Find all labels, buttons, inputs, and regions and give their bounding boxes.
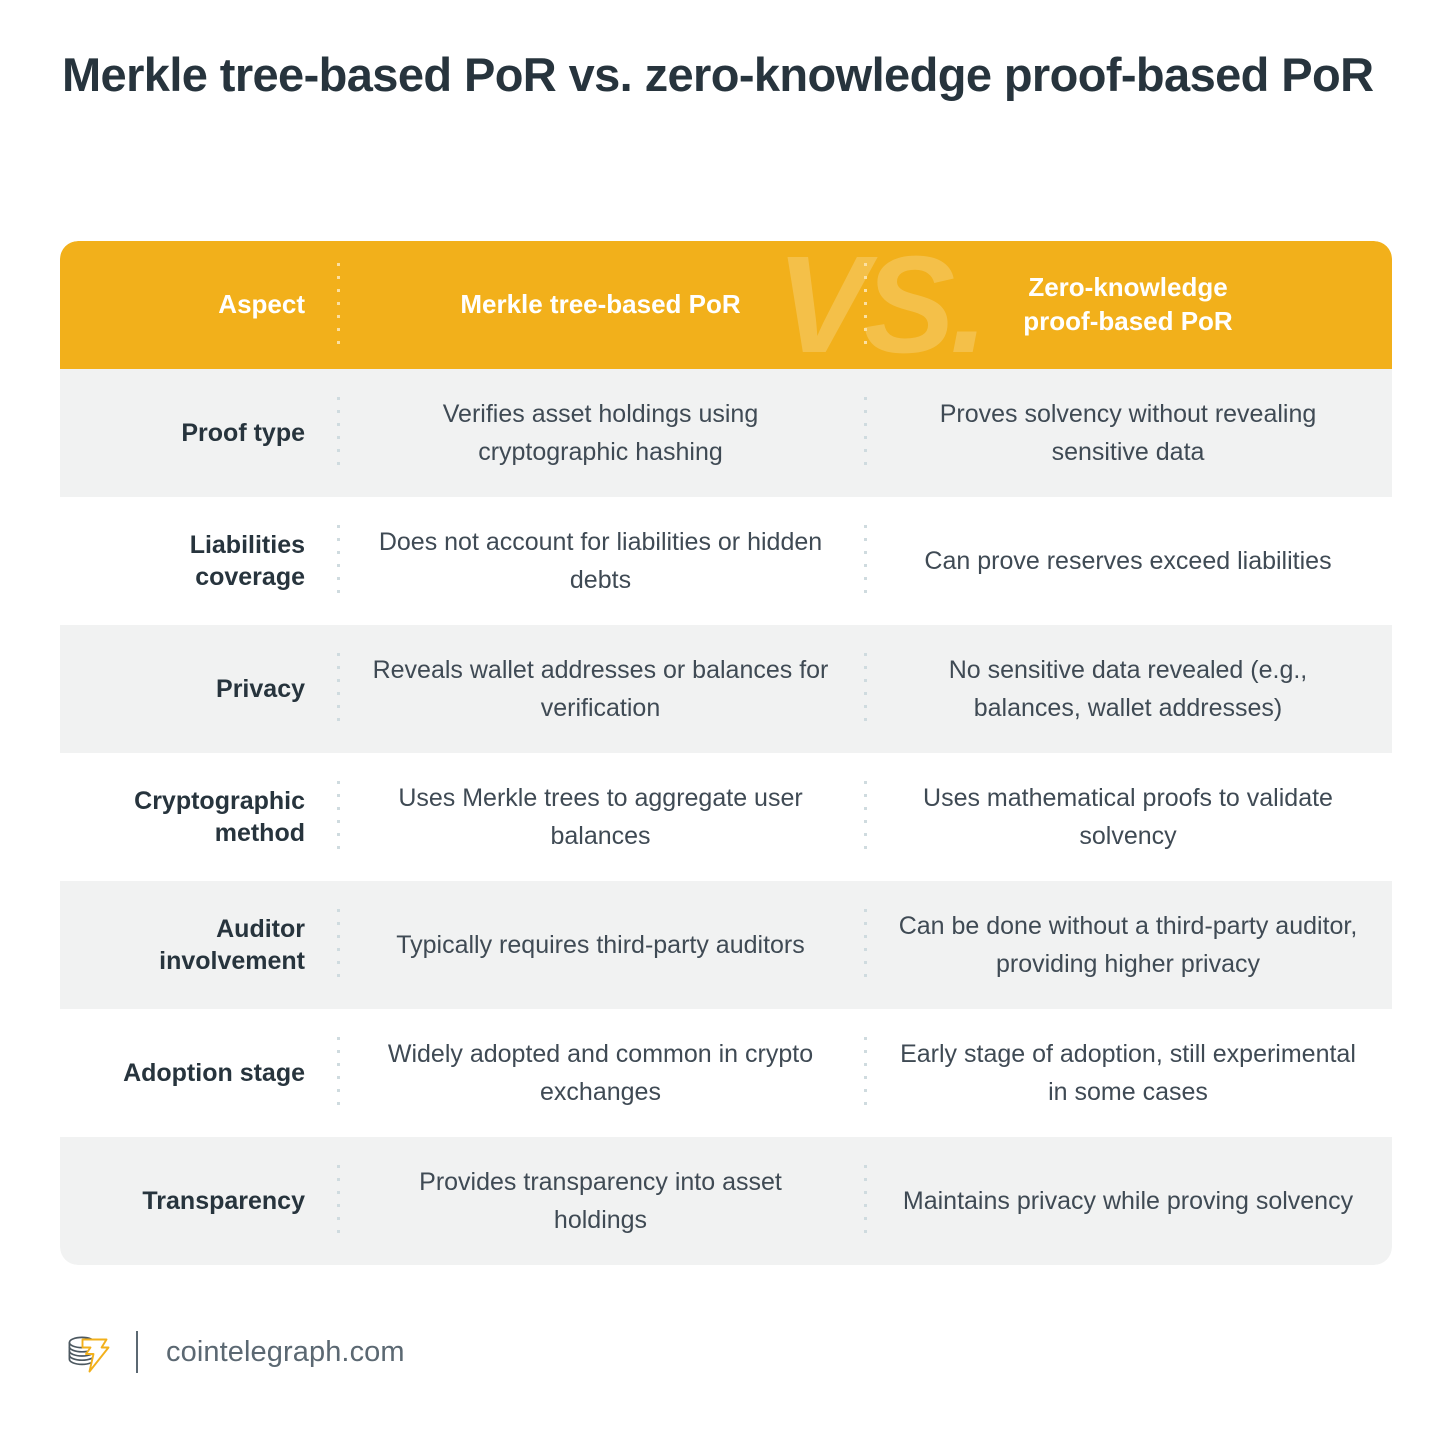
row-zkp-cell: Can prove reserves exceed liabilities: [864, 497, 1392, 625]
row-merkle-cell: Verifies asset holdings using cryptograp…: [337, 369, 864, 497]
footer-divider: [136, 1331, 138, 1373]
row-zkp-cell: Maintains privacy while proving solvency: [864, 1137, 1392, 1265]
row-merkle-cell: Uses Merkle trees to aggregate user bala…: [337, 753, 864, 881]
row-zkp-cell: Uses mathematical proofs to validate sol…: [864, 753, 1392, 881]
header-label-aspect: Aspect: [218, 289, 305, 320]
row-zkp-text: Maintains privacy while proving solvency: [902, 1187, 1354, 1215]
row-zkp-text: Early stage of adoption, still experimen…: [900, 1040, 1356, 1106]
row-zkp-text: Can be done without a third-party audito…: [898, 912, 1358, 978]
row-aspect-cell: Liabilities coverage: [60, 497, 337, 625]
header-label-zkp-line1: Zero-knowledge: [1028, 272, 1228, 303]
comparison-table: VS. Aspect Merkle tree-based PoR Zero-kn…: [60, 241, 1392, 1265]
table-row: Privacy Reveals wallet addresses or bala…: [60, 625, 1392, 753]
row-aspect-label: Adoption stage: [123, 1058, 305, 1087]
row-merkle-text: Reveals wallet addresses or balances for…: [372, 656, 829, 722]
column-divider-2: [864, 397, 867, 469]
footer: cointelegraph.com: [62, 1322, 405, 1382]
row-merkle-cell: Reveals wallet addresses or balances for…: [337, 625, 864, 753]
table-row: Proof type Verifies asset holdings using…: [60, 369, 1392, 497]
row-aspect-label: Proof type: [181, 418, 305, 447]
column-divider-1: [337, 909, 340, 981]
row-zkp-text: Uses mathematical proofs to validate sol…: [923, 784, 1333, 850]
table-row: Transparency Provides transparency into …: [60, 1137, 1392, 1265]
row-merkle-text: Uses Merkle trees to aggregate user bala…: [398, 784, 803, 850]
header-label-zkp-line2: proof-based PoR: [1023, 306, 1233, 336]
row-aspect-cell: Transparency: [60, 1137, 337, 1265]
row-zkp-text: Can prove reserves exceed liabilities: [924, 547, 1332, 575]
row-merkle-cell: Widely adopted and common in crypto exch…: [337, 1009, 864, 1137]
row-merkle-cell: Does not account for liabilities or hidd…: [337, 497, 864, 625]
header-cell-merkle: Merkle tree-based PoR: [337, 241, 864, 369]
header-cell-aspect: Aspect: [60, 241, 337, 369]
header-cell-zkp: Zero-knowledge proof-based PoR: [864, 241, 1392, 369]
page-title: Merkle tree-based PoR vs. zero-knowledge…: [62, 48, 1374, 101]
row-merkle-text: Does not account for liabilities or hidd…: [378, 528, 823, 594]
column-divider-1: [337, 263, 340, 347]
row-aspect-cell: Proof type: [60, 369, 337, 497]
row-zkp-cell: Proves solvency without revealing sensit…: [864, 369, 1392, 497]
row-aspect-cell: Adoption stage: [60, 1009, 337, 1137]
column-divider-2: [864, 909, 867, 981]
row-merkle-text: Widely adopted and common in crypto exch…: [387, 1040, 814, 1106]
column-divider-2: [864, 1165, 867, 1237]
table-row: Cryptographic method Uses Merkle trees t…: [60, 753, 1392, 881]
row-aspect-label: Privacy: [216, 674, 305, 703]
table-row: Liabilities coverage Does not account fo…: [60, 497, 1392, 625]
row-aspect-cell: Auditor involvement: [60, 881, 337, 1009]
column-divider-2: [864, 781, 867, 853]
column-divider-2: [864, 1037, 867, 1109]
cointelegraph-coins-bolt-icon: [68, 1336, 110, 1373]
row-aspect-label: Transparency: [142, 1186, 305, 1215]
column-divider-1: [337, 525, 340, 597]
row-zkp-cell: No sensitive data revealed (e.g., balanc…: [864, 625, 1392, 753]
row-merkle-cell: Typically requires third-party auditors: [337, 881, 864, 1009]
row-aspect-label: Auditor involvement: [159, 914, 305, 976]
row-zkp-cell: Can be done without a third-party audito…: [864, 881, 1392, 1009]
infographic-page: Merkle tree-based PoR vs. zero-knowledge…: [0, 0, 1450, 1429]
column-divider-1: [337, 397, 340, 469]
column-divider-1: [337, 1165, 340, 1237]
footer-site-label: cointelegraph.com: [166, 1335, 405, 1368]
table-row: Auditor involvement Typically requires t…: [60, 881, 1392, 1009]
column-divider-2: [864, 525, 867, 597]
row-zkp-cell: Early stage of adoption, still experimen…: [864, 1009, 1392, 1137]
column-divider-1: [337, 1037, 340, 1109]
row-merkle-text: Verifies asset holdings using cryptograp…: [442, 400, 759, 466]
row-aspect-cell: Privacy: [60, 625, 337, 753]
table-header-row: VS. Aspect Merkle tree-based PoR Zero-kn…: [60, 241, 1392, 369]
column-divider-1: [337, 653, 340, 725]
row-merkle-cell: Provides transparency into asset holding…: [337, 1137, 864, 1265]
column-divider-1: [337, 781, 340, 853]
header-label-zkp: Zero-knowledge proof-based PoR: [1023, 271, 1232, 339]
row-zkp-text: Proves solvency without revealing sensit…: [939, 400, 1317, 466]
column-divider-2: [864, 263, 867, 347]
row-aspect-cell: Cryptographic method: [60, 753, 337, 881]
table-row: Adoption stage Widely adopted and common…: [60, 1009, 1392, 1137]
row-aspect-label: Liabilities coverage: [189, 530, 305, 592]
row-merkle-text: Provides transparency into asset holding…: [419, 1168, 782, 1234]
row-aspect-label: Cryptographic method: [134, 786, 305, 848]
row-merkle-text: Typically requires third-party auditors: [396, 931, 805, 959]
header-label-merkle: Merkle tree-based PoR: [460, 289, 741, 320]
row-zkp-text: No sensitive data revealed (e.g., balanc…: [948, 656, 1308, 722]
column-divider-2: [864, 653, 867, 725]
